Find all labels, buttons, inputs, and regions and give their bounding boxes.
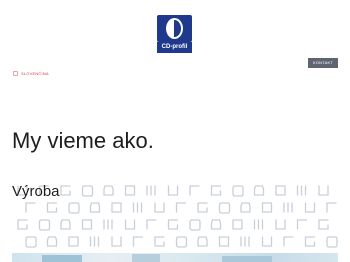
company-logo[interactable]: CD-profil [157,15,192,53]
profile-shape [89,236,100,247]
profile-shape [132,236,144,247]
profile-shape [154,236,165,247]
profile-shape [296,185,307,196]
profile-shape [175,236,188,248]
profile-shape [17,219,28,230]
profile-shape [189,219,201,231]
profile-shape [46,236,58,247]
profile-shape [146,219,157,230]
profile-shape [89,202,101,213]
profile-shape [60,185,71,196]
profile-shape [318,219,329,230]
profile-shape [304,202,316,213]
profile-shape [68,202,80,214]
profile-shape [81,185,94,197]
profile-shape [38,219,51,231]
section-title: Výroba [12,183,60,200]
language-selector[interactable]: SLOVENČINA [13,70,49,76]
profile-shape [167,185,179,196]
profile-shape [124,219,136,230]
profile-shape [232,219,243,230]
profile-shape [275,185,286,196]
profile-shape [318,185,329,196]
profile-shape [210,185,222,196]
logo-mark [157,15,192,42]
contact-button[interactable]: KONTAKT [308,58,338,68]
profile-shape [275,219,286,230]
hero-headline: My vieme ako. [12,128,154,153]
profile-shape [197,202,208,213]
profile-shape [326,236,338,248]
profile-shape [68,236,79,247]
profile-shape [124,185,136,196]
profile-shape [132,202,143,213]
profile-shape [25,202,36,213]
profile-shape [189,185,200,196]
profile-shape [103,185,114,196]
profile-shape [253,185,265,196]
profile-shape [60,219,71,230]
profile-shape [261,202,273,213]
profile-shape [167,219,179,230]
language-label: SLOVENČINA [21,70,49,76]
profile-shape [218,236,230,247]
profile-shape [240,202,251,213]
profile-shape [261,236,273,247]
profile-shape [103,219,113,230]
profile-shape [218,202,231,214]
profile-shape [232,185,244,197]
logo-text: CD-profil [157,42,192,53]
profile-shape [46,202,58,213]
profile-shape [210,219,222,230]
profile-shape [111,236,122,247]
profile-shape [111,202,122,213]
profile-shape [240,236,250,247]
profile-shape [197,236,208,247]
profile-shape [283,236,294,247]
profile-shape [154,202,165,213]
profile-shape [304,236,316,247]
flag-icon [13,70,18,76]
profile-shape [175,202,187,213]
profile-shape [296,219,308,230]
profile-shape [81,219,93,230]
profile-pattern [17,185,338,248]
profile-shape [146,185,156,196]
banner-photo [12,253,338,262]
production-banner[interactable]: Výroba [12,183,338,262]
profile-shape [326,202,337,213]
profile-shape [253,219,264,230]
profile-shape [283,202,293,213]
profile-shape [25,236,37,248]
